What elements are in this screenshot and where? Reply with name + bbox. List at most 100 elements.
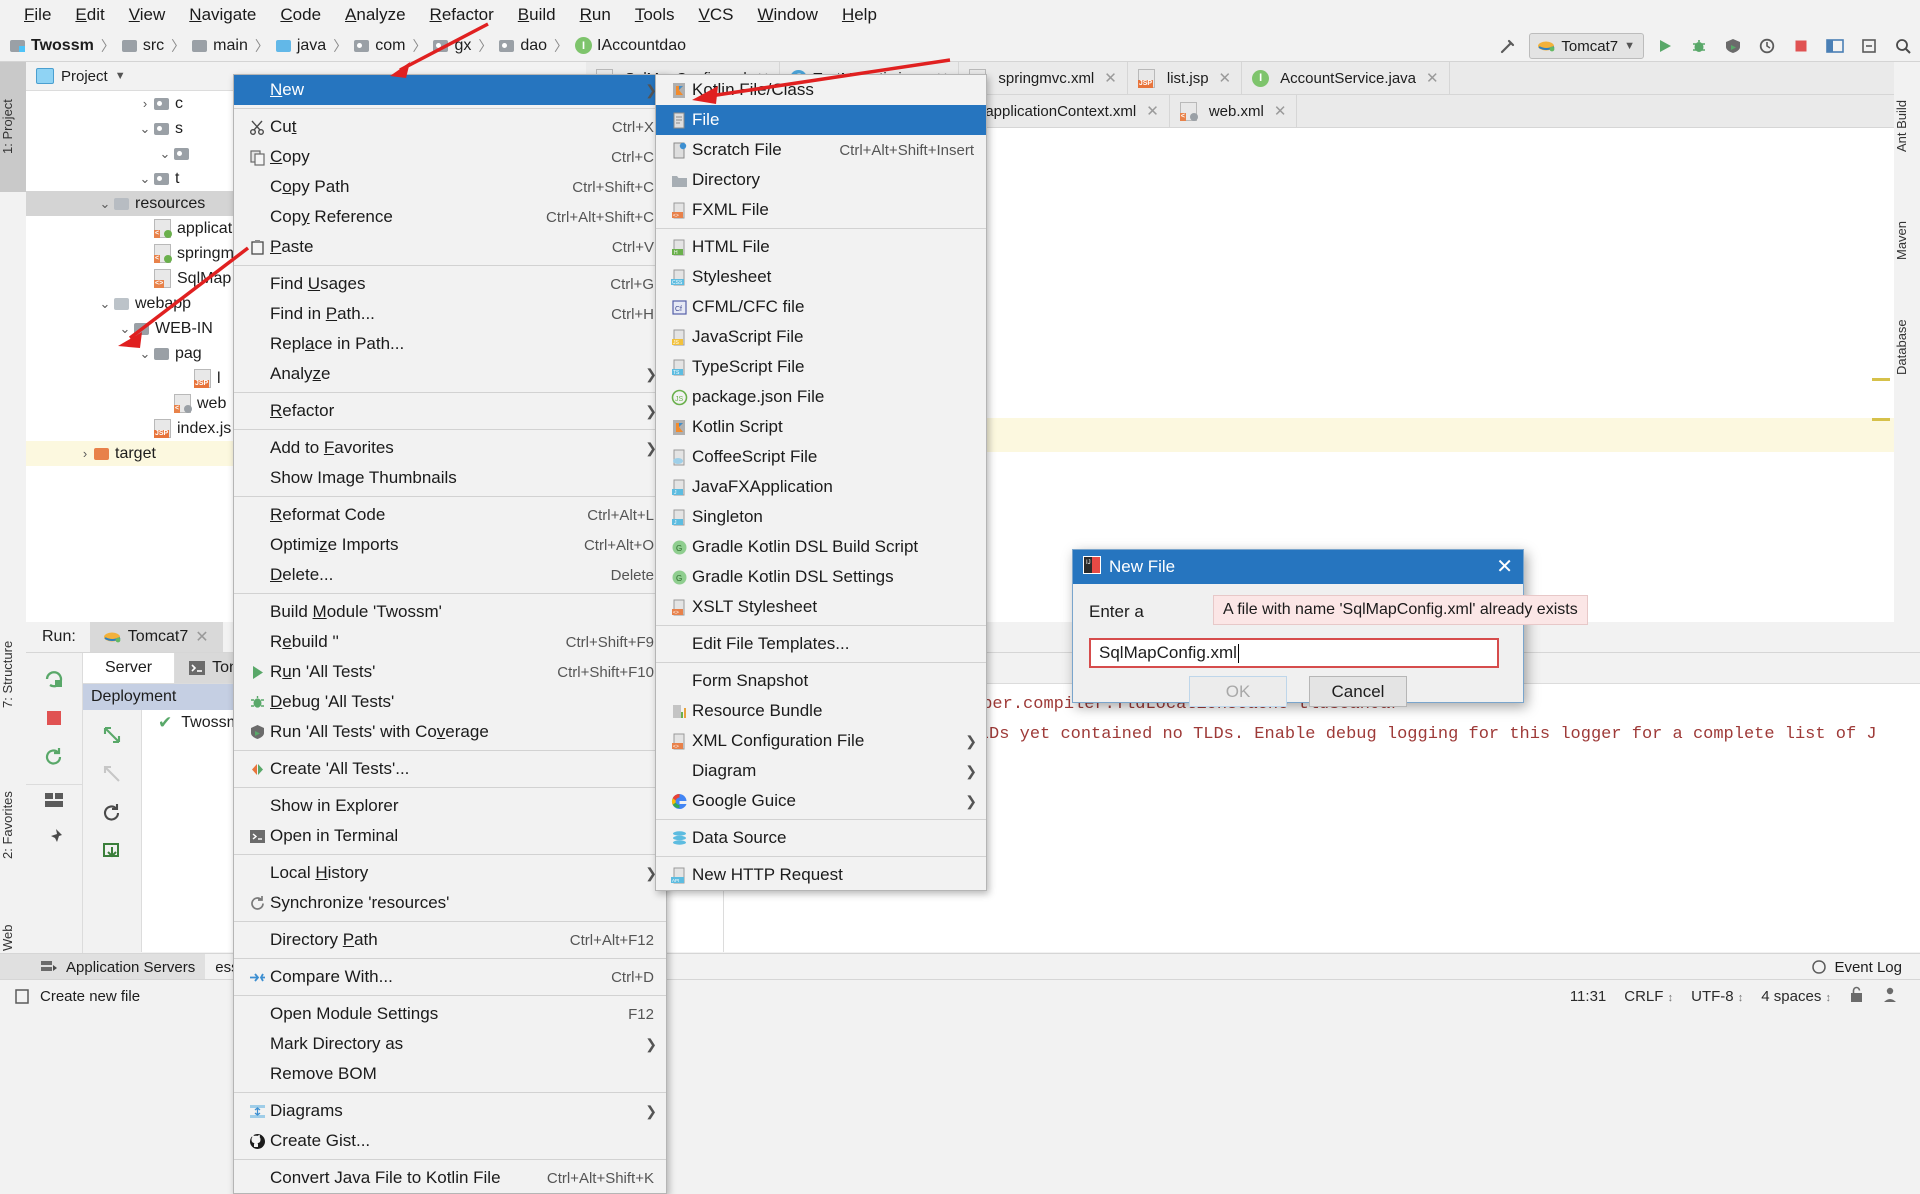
file-name-input[interactable]: SqlMapConfig.xml — [1089, 638, 1499, 668]
chevron-right-icon[interactable]: › — [76, 446, 94, 461]
context-menu[interactable]: New ❯ Cut Ctrl+X Copy Ctrl+C Copy Path Ctrl+Shi… — [233, 74, 667, 1194]
breadcrumb-item-java[interactable]: java — [275, 37, 326, 55]
new-item-package-json-file[interactable]: JS package.json File — [656, 382, 986, 412]
editor-tab-web-xml[interactable]: < web.xml ✕ — [1169, 95, 1298, 127]
new-item-scratch-file[interactable]: Scratch File Ctrl+Alt+Shift+Insert — [656, 135, 986, 165]
breadcrumb-item-com[interactable]: com — [354, 37, 405, 55]
menu-navigate[interactable]: Navigate — [177, 2, 268, 28]
new-item-javascript-file[interactable]: JS JavaScript File — [656, 322, 986, 352]
new-item-stylesheet[interactable]: CSS Stylesheet — [656, 262, 986, 292]
breadcrumb-item-twossm[interactable]: Twossm — [10, 37, 94, 55]
menu-refactor[interactable]: Refactor — [418, 2, 506, 28]
ctx-item-analyze[interactable]: Analyze ❯ — [234, 359, 666, 389]
close-icon[interactable]: ✕ — [1274, 102, 1287, 120]
update-icon[interactable] — [83, 835, 141, 874]
menu-run[interactable]: Run — [568, 2, 623, 28]
ctx-item-replace-in-path[interactable]: Replace in Path... — [234, 329, 666, 359]
ctx-item-run-all-tests-with-coverage[interactable]: Run 'All Tests' with Coverage — [234, 717, 666, 747]
chevron-down-icon[interactable]: ⌄ — [96, 196, 114, 212]
new-item-gradle-kotlin-dsl-build-script[interactable]: G Gradle Kotlin DSL Build Script — [656, 532, 986, 562]
stop-icon[interactable] — [1788, 34, 1814, 58]
ctx-item-show-image-thumbnails[interactable]: Show Image Thumbnails — [234, 463, 666, 493]
ctx-item-open-module-settings[interactable]: Open Module Settings F12 — [234, 999, 666, 1029]
breadcrumb-item-src[interactable]: src — [121, 37, 164, 55]
menu-view[interactable]: View — [117, 2, 178, 28]
new-item-file[interactable]: File — [656, 105, 986, 135]
breadcrumb-item-iaccountdao[interactable]: I IAccountdao — [575, 37, 686, 55]
new-item-singleton[interactable]: J Singleton — [656, 502, 986, 532]
new-item-fxml-file[interactable]: <> FXML File — [656, 195, 986, 225]
breadcrumb-item-dao[interactable]: dao — [499, 37, 547, 55]
new-item-edit-file-templates[interactable]: Edit File Templates... — [656, 629, 986, 659]
sidebar-item-favorites[interactable]: 2: Favorites — [0, 750, 26, 900]
debug-icon[interactable] — [1686, 34, 1712, 58]
new-item-google-guice[interactable]: Google Guice ❯ — [656, 786, 986, 816]
ctx-item-show-in-explorer[interactable]: Show in Explorer — [234, 791, 666, 821]
ctx-item-directory-path[interactable]: Directory Path Ctrl+Alt+F12 — [234, 925, 666, 955]
new-item-form-snapshot[interactable]: Form Snapshot — [656, 666, 986, 696]
ctx-item-paste[interactable]: Paste Ctrl+V — [234, 232, 666, 262]
ctx-item-build-module-twossm[interactable]: Build Module 'Twossm' — [234, 597, 666, 627]
profile-icon[interactable] — [1754, 34, 1780, 58]
close-icon[interactable]: ✕ — [1496, 557, 1513, 577]
pin-icon[interactable] — [26, 820, 82, 859]
chevron-down-icon[interactable]: ⌄ — [96, 296, 114, 312]
editor-tab-list-jsp[interactable]: JSP list.jsp ✕ — [1127, 62, 1243, 94]
ctx-item-local-history[interactable]: Local History ❯ — [234, 858, 666, 888]
new-item-gradle-kotlin-dsl-settings[interactable]: G Gradle Kotlin DSL Settings — [656, 562, 986, 592]
ctx-item-synchronize-resources[interactable]: Synchronize 'resources' — [234, 888, 666, 918]
unlock-icon[interactable] — [1840, 986, 1873, 1007]
run-icon[interactable] — [1652, 34, 1678, 58]
sidebar-item-application-servers[interactable]: Application Servers — [0, 954, 206, 980]
editor-tab-accountservice-java[interactable]: I AccountService.java ✕ — [1242, 62, 1450, 94]
new-item-cfml-cfc-file[interactable]: Cf CFML/CFC file — [656, 292, 986, 322]
redeploy-icon[interactable] — [83, 796, 141, 835]
ctx-item-optimize-imports[interactable]: Optimize Imports Ctrl+Alt+O — [234, 530, 666, 560]
new-item-kotlin-file-class[interactable]: Kotlin File/Class — [656, 75, 986, 105]
settings-icon[interactable] — [1856, 34, 1882, 58]
close-icon[interactable]: ✕ — [1146, 102, 1159, 120]
ctx-item-mark-directory-as[interactable]: Mark Directory as ❯ — [234, 1029, 666, 1059]
coverage-icon[interactable] — [1720, 34, 1746, 58]
new-item-kotlin-script[interactable]: Kotlin Script — [656, 412, 986, 442]
chevron-down-icon[interactable]: ⌄ — [156, 146, 174, 162]
chevron-down-icon[interactable]: ⌄ — [136, 121, 154, 137]
new-item-xml-configuration-file[interactable]: <> XML Configuration File ❯ — [656, 726, 986, 756]
menu-edit[interactable]: Edit — [63, 2, 116, 28]
ctx-item-copy-reference[interactable]: Copy Reference Ctrl+Alt+Shift+C — [234, 202, 666, 232]
sidebar-item-project[interactable]: 1: Project — [0, 62, 26, 192]
ctx-item-reformat-code[interactable]: Reformat Code Ctrl+Alt+L — [234, 500, 666, 530]
run-config-tab[interactable]: Tomcat7 ✕ — [89, 622, 223, 652]
run-configuration-selector[interactable]: Tomcat7 ▼ — [1529, 33, 1644, 59]
inspector-icon[interactable] — [1873, 986, 1920, 1007]
ctx-item-add-to-favorites[interactable]: Add to Favorites ❯ — [234, 433, 666, 463]
new-item-html-file[interactable]: H HTML File — [656, 232, 986, 262]
hammer-icon[interactable] — [1495, 34, 1521, 58]
ctx-item-delete[interactable]: Delete... Delete — [234, 560, 666, 590]
new-item-data-source[interactable]: Data Source — [656, 823, 986, 853]
ctx-item-open-in-terminal[interactable]: Open in Terminal — [234, 821, 666, 851]
chevron-right-icon[interactable]: › — [136, 96, 154, 111]
cancel-button[interactable]: Cancel — [1309, 676, 1407, 707]
menu-analyze[interactable]: Analyze — [333, 2, 417, 28]
restart-icon[interactable] — [26, 739, 82, 780]
menu-vcs[interactable]: VCS — [687, 2, 746, 28]
chevron-down-icon[interactable]: ⌄ — [136, 346, 154, 362]
new-item-diagram[interactable]: Diagram ❯ — [656, 756, 986, 786]
ctx-item-find-usages[interactable]: Find Usages Ctrl+G — [234, 269, 666, 299]
ctx-item-convert-java-file-to-kotlin-file[interactable]: Convert Java File to Kotlin File Ctrl+Alt… — [234, 1163, 666, 1193]
new-item-typescript-file[interactable]: TS TypeScript File — [656, 352, 986, 382]
ctx-item-compare-with[interactable]: Compare With... Ctrl+D — [234, 962, 666, 992]
deploy-icon[interactable] — [83, 718, 141, 757]
status-line-separator[interactable]: CRLF ↕ — [1615, 988, 1682, 1005]
close-icon[interactable]: ✕ — [1426, 69, 1439, 87]
menu-window[interactable]: Window — [745, 2, 829, 28]
ctx-item-copy[interactable]: Copy Ctrl+C — [234, 142, 666, 172]
status-encoding[interactable]: UTF-8 ↕ — [1682, 988, 1752, 1005]
ctx-item-refactor[interactable]: Refactor ❯ — [234, 396, 666, 426]
layout-icon[interactable] — [1822, 34, 1848, 58]
menu-tools[interactable]: Tools — [623, 2, 687, 28]
ctx-item-remove-bom[interactable]: Remove BOM — [234, 1059, 666, 1089]
new-item-xslt-stylesheet[interactable]: <> XSLT Stylesheet — [656, 592, 986, 622]
menu-code[interactable]: Code — [268, 2, 333, 28]
